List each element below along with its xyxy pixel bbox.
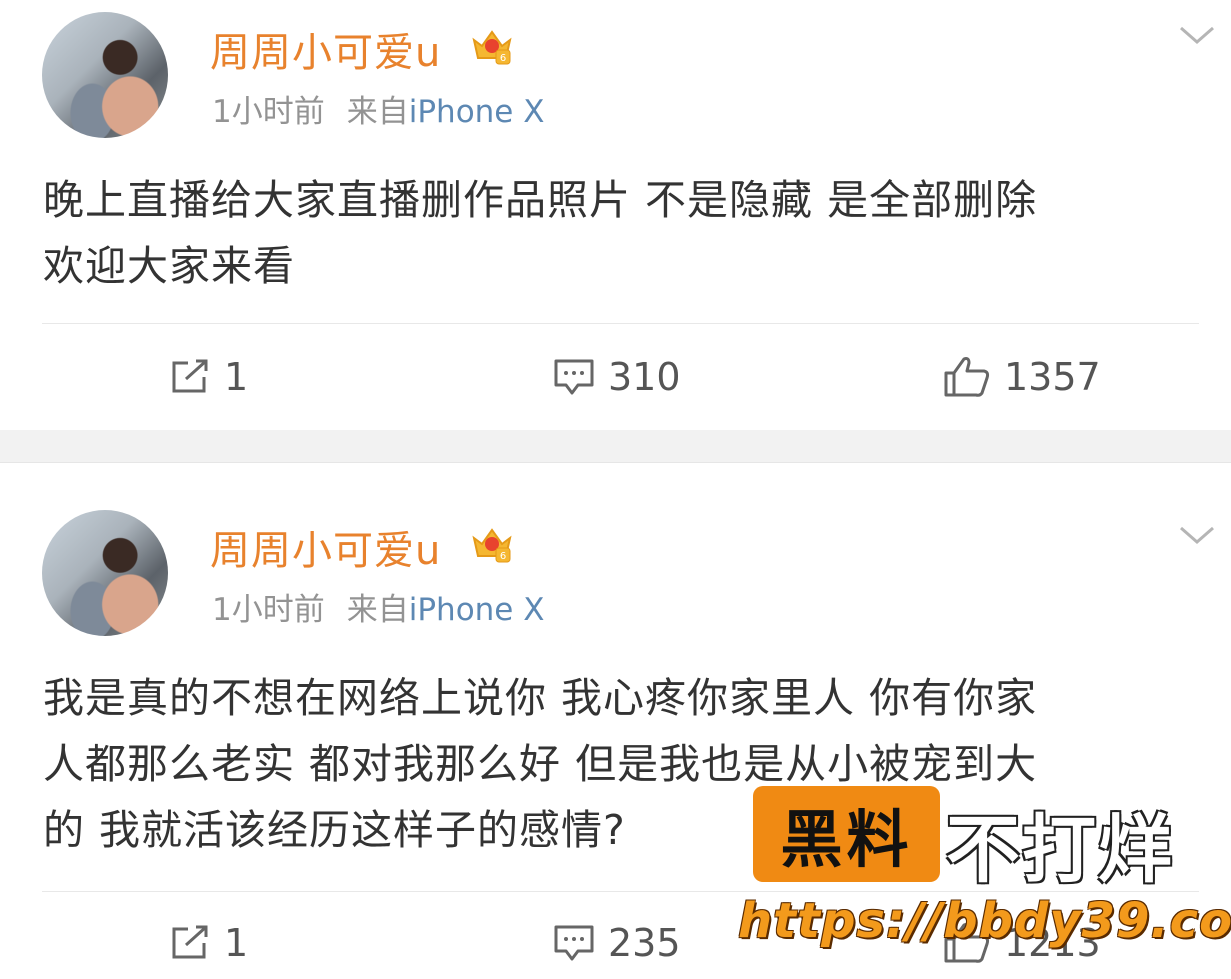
post-text-line: 欢迎大家来看 (43, 242, 295, 290)
comment-count: 235 (608, 921, 681, 965)
post-time: 1小时前 (212, 592, 325, 628)
comment-count: 310 (608, 355, 681, 399)
like-count: 1357 (1004, 355, 1101, 399)
divider (42, 323, 1199, 324)
like-icon (944, 357, 990, 397)
chevron-down-icon[interactable] (1177, 20, 1217, 50)
repost-button[interactable]: 1 (168, 911, 248, 975)
username[interactable]: 周周小可爱u (210, 20, 441, 78)
weibo-post: 周周小可爱u 6 1小时前 来自iPhone X 晚上直播给大家直播删作品照片 不… (0, 0, 1231, 430)
repost-button[interactable]: 1 (168, 345, 248, 409)
post-meta: 1小时前 来自iPhone X (212, 86, 544, 131)
source-device[interactable]: iPhone X (409, 592, 545, 628)
vip-crown-icon: 6 (472, 30, 512, 65)
comment-icon (554, 359, 594, 395)
comment-button[interactable]: 310 (552, 345, 681, 409)
source-device[interactable]: iPhone X (409, 94, 545, 130)
action-bar: 1 310 1357 (0, 345, 1231, 409)
repost-icon (172, 359, 208, 393)
chevron-down-icon[interactable] (1177, 520, 1217, 550)
post-separator (0, 430, 1231, 463)
avatar[interactable] (42, 12, 168, 138)
svg-text:6: 6 (500, 53, 506, 64)
vip-crown-icon: 6 (472, 528, 512, 563)
watermark-logo-text: 不打烊 (946, 807, 1174, 893)
repost-count: 1 (224, 355, 249, 399)
watermark-logo-box: 黑料 (753, 786, 940, 882)
post-meta: 1小时前 来自iPhone X (212, 584, 544, 629)
svg-text:6: 6 (500, 551, 506, 562)
post-text-line: 我是真的不想在网络上说你 我心疼你家里人 你有你家 (43, 674, 1038, 722)
comment-icon (554, 925, 594, 961)
post-text: 晚上直播给大家直播删作品照片 不是隐藏 是全部删除 欢迎大家来看 (43, 167, 1193, 299)
username[interactable]: 周周小可爱u (210, 518, 441, 576)
watermark-url: https://bbdy39.com (738, 893, 1231, 949)
post-text-line: 晚上直播给大家直播删作品照片 不是隐藏 是全部删除 (43, 176, 1038, 224)
source-label: 来自 (346, 592, 409, 628)
source-label: 来自 (346, 94, 409, 130)
comment-button[interactable]: 235 (552, 911, 681, 975)
like-button[interactable]: 1357 (942, 345, 1101, 409)
post-time: 1小时前 (212, 94, 325, 130)
repost-icon (172, 925, 208, 959)
repost-count: 1 (224, 921, 249, 965)
post-text-line: 人都那么老实 都对我那么好 但是我也是从小被宠到大 (43, 740, 1038, 788)
avatar[interactable] (42, 510, 168, 636)
